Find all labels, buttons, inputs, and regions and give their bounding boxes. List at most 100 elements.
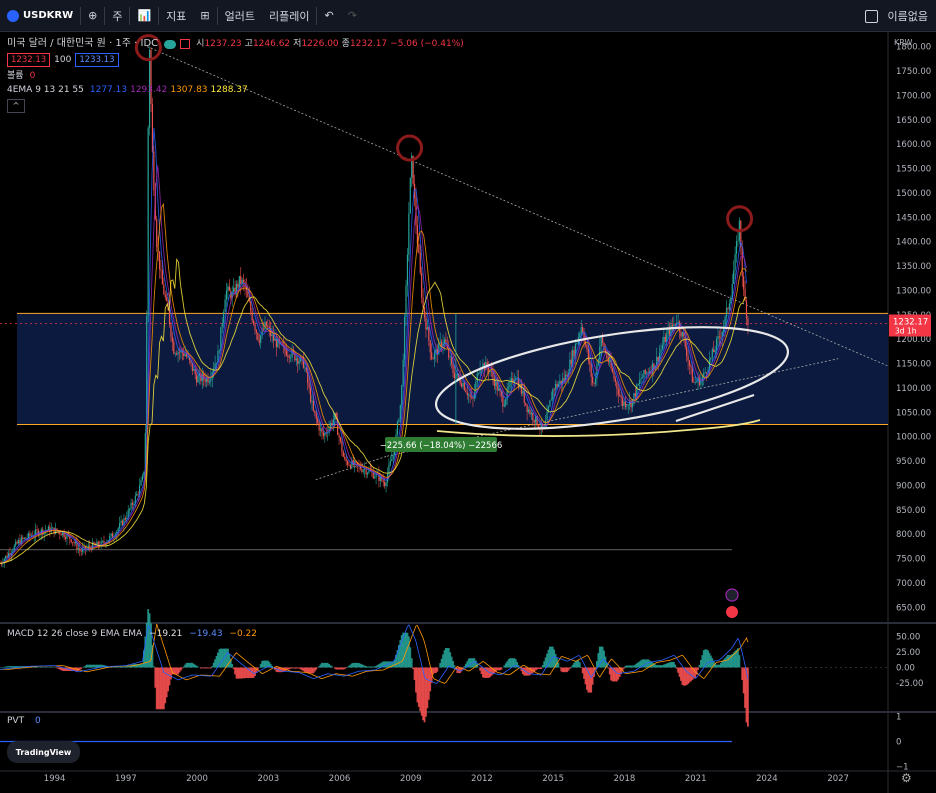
ema4-value: 1288.37	[210, 85, 248, 95]
candle-body	[423, 307, 426, 318]
candle-body	[347, 461, 349, 465]
macd-histogram-bar	[436, 667, 439, 672]
candle-body	[322, 432, 324, 436]
price-tick-label: 1650.00	[896, 116, 931, 126]
time-tick-label: 2003	[257, 774, 279, 784]
price-tick-label: 1000.00	[896, 433, 931, 443]
candle-body	[238, 276, 240, 288]
candle-body	[312, 400, 315, 411]
pvt-legend[interactable]: PVT 0	[7, 716, 41, 726]
redo-icon[interactable]: ↷	[341, 0, 364, 32]
replay-button[interactable]: 리플레이	[262, 0, 316, 32]
candle-body	[522, 390, 524, 394]
candle-body	[101, 541, 104, 542]
macd-histogram-bar	[568, 667, 571, 669]
ask-badge[interactable]: 1233.13	[75, 53, 119, 67]
candle-body	[195, 374, 198, 383]
candle-body	[173, 341, 175, 354]
candle-body	[468, 394, 470, 396]
candle-body	[566, 374, 568, 377]
symbol-search-button[interactable]: USDKRW	[0, 0, 80, 32]
candle-body	[587, 349, 589, 361]
compare-plus-icon[interactable]: ⊕	[81, 0, 104, 32]
spread-value: 100	[54, 55, 72, 65]
candle-body	[22, 537, 24, 539]
candle-body	[663, 336, 665, 346]
market-status-icon[interactable]	[180, 39, 191, 49]
candle-body	[469, 394, 471, 397]
candle-body	[6, 555, 8, 558]
candle-body	[224, 299, 226, 312]
lightning-event-icon[interactable]	[725, 588, 739, 602]
candle-body	[401, 384, 403, 405]
save-layout-button[interactable]: 이름없음	[864, 0, 928, 32]
price-tick-label: 700.00	[896, 579, 926, 589]
save-checkbox-icon[interactable]	[864, 9, 878, 23]
tradingview-logo[interactable]: TradingView	[7, 741, 80, 763]
time-tick-label: 2000	[186, 774, 208, 784]
candle-body	[425, 317, 427, 330]
legend-bidask-row: 1232.13 100 1233.13	[7, 53, 464, 67]
price-tick-label: 1100.00	[896, 384, 931, 394]
indicators-button[interactable]: 지표	[159, 0, 193, 32]
alert-button[interactable]: 얼러트	[218, 0, 262, 32]
candle-body	[399, 404, 401, 420]
candle-body	[133, 503, 135, 505]
candle-body	[623, 401, 625, 405]
chart-type-icon[interactable]: 📊	[130, 0, 158, 32]
price-axis[interactable]: KRW650.00700.00750.00800.00850.00900.009…	[889, 38, 931, 613]
candle-body	[426, 327, 428, 330]
candle-body	[16, 541, 18, 544]
candle-body	[287, 355, 289, 356]
flag-event-icon[interactable]	[726, 606, 738, 618]
candle-body	[431, 352, 433, 359]
legend-ohlc-row: 미국 달러 / 대한민국 원 · 1주 · IDC 시 1237.23 고 1246…	[7, 37, 464, 51]
close-label: 종	[341, 39, 350, 49]
candle-body	[237, 283, 239, 288]
candle-body	[158, 251, 161, 270]
candle-body	[384, 482, 386, 487]
candle-body	[409, 177, 411, 214]
candle-body	[103, 541, 105, 544]
macd-histogram-bar	[697, 667, 699, 670]
legend-ema-row[interactable]: 4EMA 9 13 21 55 1277.13 1293.42 1307.83 …	[7, 83, 464, 97]
candle-body	[616, 381, 618, 389]
macd-histogram-bar	[453, 665, 456, 668]
interval-button[interactable]: 주	[105, 0, 129, 32]
macd-histogram-bar	[331, 666, 333, 668]
candle-body	[137, 493, 139, 495]
chart-canvas[interactable]: −225.66 (−18.04%) −22566KRW650.00700.007…	[0, 32, 936, 793]
replay-label: 리플레이	[269, 9, 310, 23]
tradingview-logo-text: TradingView	[15, 747, 72, 757]
candle-body	[460, 383, 463, 387]
candle-body	[580, 327, 582, 334]
candle-body	[298, 361, 300, 364]
time-tick-label: 2018	[614, 774, 636, 784]
candle-body	[661, 345, 664, 349]
undo-icon[interactable]: ↶	[317, 0, 340, 32]
eye-icon[interactable]	[164, 39, 177, 49]
candle-body	[701, 377, 703, 380]
candle-body	[309, 387, 312, 402]
candle-body	[640, 378, 642, 380]
candle-body	[745, 300, 748, 319]
candle-body	[546, 411, 548, 421]
bid-badge[interactable]: 1232.13	[7, 53, 51, 67]
candle-body	[290, 357, 292, 358]
candle-body	[389, 461, 391, 465]
candle-body	[183, 353, 185, 356]
candle-body	[475, 382, 477, 393]
candle-body	[262, 328, 265, 330]
price-tick-label: 750.00	[896, 555, 926, 565]
candle-body	[402, 359, 404, 385]
candle-body	[147, 127, 149, 316]
candle-body	[406, 254, 409, 286]
macd-legend[interactable]: MACD 12 26 close 9 EMA EMA −19.21 −19.43…	[7, 629, 257, 639]
candle-body	[550, 399, 552, 401]
collapse-legend-button[interactable]: ^	[7, 99, 25, 113]
gear-icon[interactable]: ⚙	[901, 771, 912, 785]
macd-histogram-bar	[578, 662, 581, 668]
templates-grid-icon[interactable]: ⊞	[193, 0, 216, 32]
candle-body	[634, 393, 636, 397]
legend-volume-row[interactable]: 볼륨 0	[7, 69, 464, 83]
